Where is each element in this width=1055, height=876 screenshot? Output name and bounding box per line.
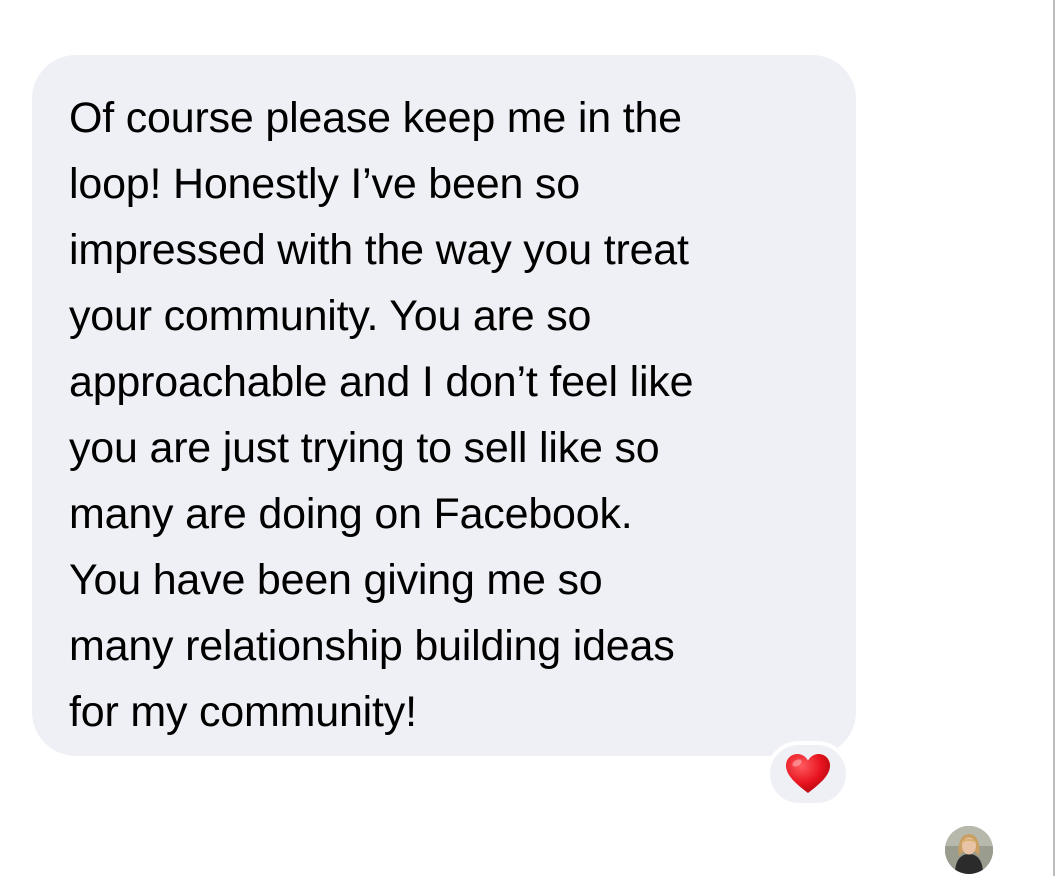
message-bubble[interactable]: Of course please keep me in the loop! Ho… [32,55,856,756]
avatar-photo [945,826,993,874]
message-text: Of course please keep me in the loop! Ho… [69,94,694,736]
avatar[interactable] [945,826,993,874]
heart-reaction-badge[interactable] [766,741,850,807]
heart-icon [786,754,830,793]
